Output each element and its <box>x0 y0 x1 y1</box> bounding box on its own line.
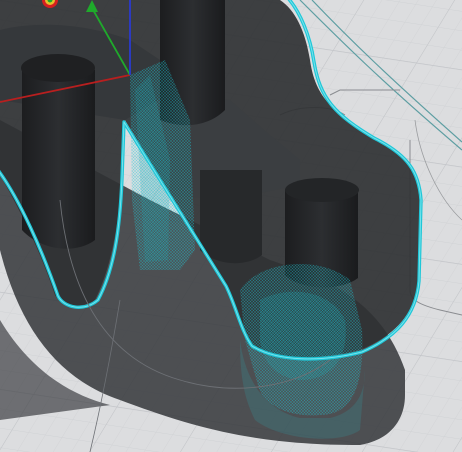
viewport-canvas[interactable] <box>0 0 462 452</box>
cam-3d-viewport[interactable] <box>0 0 462 452</box>
